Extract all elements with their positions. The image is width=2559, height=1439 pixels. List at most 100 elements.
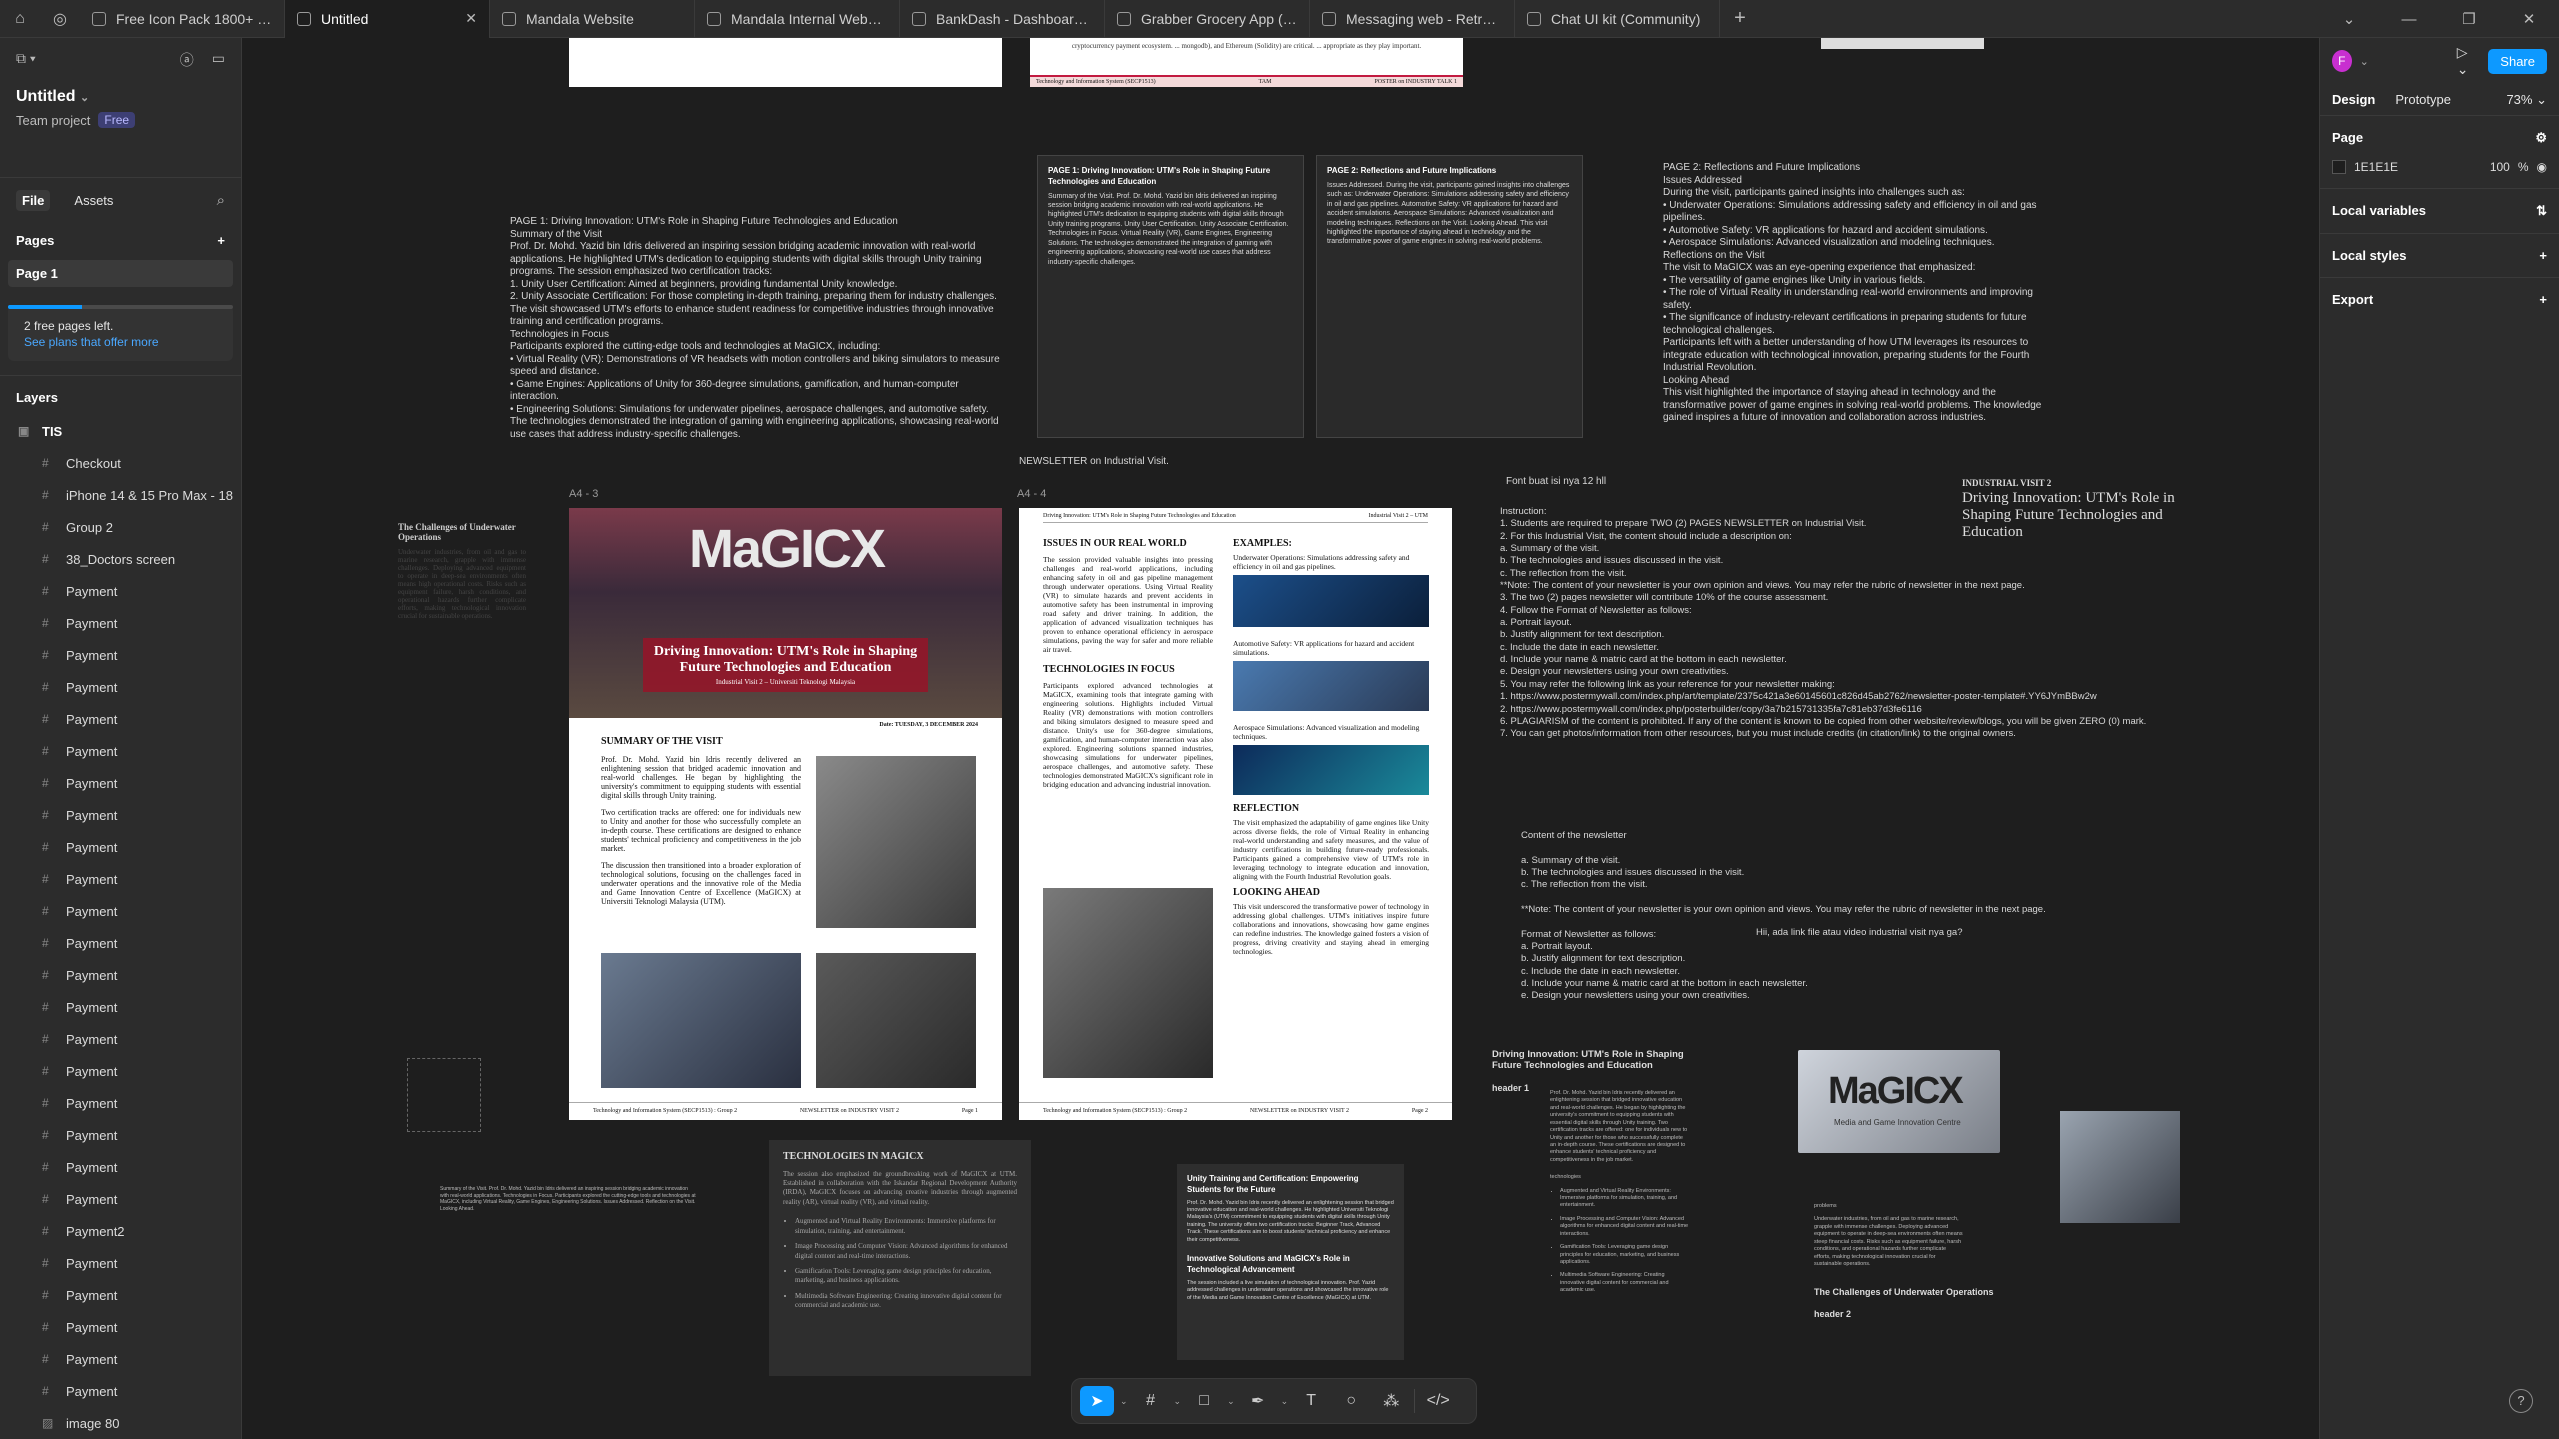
layer-item[interactable]: # Payment xyxy=(0,1183,241,1215)
panel-toggle-icon[interactable]: ▭ xyxy=(212,50,225,70)
chevron-down-icon[interactable]: ⌄ xyxy=(1174,1396,1182,1407)
newsletter-page-1[interactable]: MaGICX Driving Innovation: UTM's Role in… xyxy=(569,508,1002,1120)
magicx-sign-image[interactable]: MaGICX Media and Game Innovation Centre xyxy=(1798,1050,2000,1153)
see-plans-link[interactable]: See plans that offer more xyxy=(24,335,217,349)
present-play-icon[interactable]: ▷ ⌄ xyxy=(2457,44,2481,78)
layer-item[interactable]: # Group 2 xyxy=(0,511,241,543)
tab-design[interactable]: Design xyxy=(2332,92,2375,107)
move-tool-icon[interactable]: ➤ xyxy=(1080,1386,1114,1416)
layer-item[interactable]: # Payment xyxy=(0,607,241,639)
layer-item[interactable]: # Payment xyxy=(0,735,241,767)
technologies-in-magicx-panel[interactable]: TECHNOLOGIES IN MAGICX The session also … xyxy=(769,1140,1031,1376)
draft-challenges[interactable]: The Challenges of Underwater Operations … xyxy=(1814,1287,1994,1319)
community-globe-icon[interactable]: ◎ xyxy=(40,0,80,38)
dark-doc-page-2[interactable]: PAGE 2: Reflections and Future Implicati… xyxy=(1316,155,1583,438)
tab-grabber-grocery[interactable]: Grabber Grocery App (Community) xyxy=(1105,0,1310,38)
home-icon[interactable]: ⌂ xyxy=(0,0,40,38)
color-swatch[interactable] xyxy=(2332,160,2346,174)
layer-item[interactable]: # Payment2 xyxy=(0,1215,241,1247)
instructions-text[interactable]: Instruction: 1. Students are required to… xyxy=(1500,506,2200,741)
export-label[interactable]: Export xyxy=(2332,292,2373,307)
layer-item[interactable]: # Payment xyxy=(0,959,241,991)
top-frame-3[interactable] xyxy=(1821,38,1984,49)
layer-item[interactable]: # Payment xyxy=(0,831,241,863)
newsletter-page-2[interactable]: Driving Innovation: UTM's Role in Shapin… xyxy=(1019,508,1452,1120)
empty-placeholder[interactable] xyxy=(407,1058,481,1132)
page-opacity[interactable]: 100 xyxy=(2490,160,2510,174)
comment-tool-icon[interactable]: ○ xyxy=(1334,1386,1368,1416)
layer-item[interactable]: # Payment xyxy=(0,895,241,927)
layer-item[interactable]: # Payment xyxy=(0,639,241,671)
eye-icon[interactable]: ◉ xyxy=(2537,160,2547,174)
layer-item[interactable]: # Payment xyxy=(0,1375,241,1407)
tab-file[interactable]: File xyxy=(16,190,51,211)
local-variables-label[interactable]: Local variables xyxy=(2332,203,2426,219)
content-note[interactable]: Content of the newsletter a. Summary of … xyxy=(1521,830,2121,1003)
layer-item[interactable]: # Payment xyxy=(0,1055,241,1087)
tab-free-icon-pack[interactable]: Free Icon Pack 1800+ icons (Commu xyxy=(80,0,285,38)
lab-visit-photo[interactable] xyxy=(2060,1111,2180,1223)
layer-section[interactable]: ▣ TIS xyxy=(0,415,241,447)
page-color-hex[interactable]: 1E1E1E xyxy=(2354,160,2398,174)
design-canvas[interactable]: cryptocurrency payment ecosystem. ... mo… xyxy=(330,38,2319,1439)
avatar[interactable]: F xyxy=(2332,50,2352,72)
frame-tool-icon[interactable]: # xyxy=(1134,1386,1168,1416)
layer-item[interactable]: # Payment xyxy=(0,767,241,799)
layer-item[interactable]: # Payment xyxy=(0,1087,241,1119)
top-paper-1[interactable] xyxy=(569,38,1002,87)
underwater-note[interactable]: The Challenges of Underwater Operations … xyxy=(398,522,526,620)
variables-settings-icon[interactable]: ⇅ xyxy=(2536,203,2547,219)
help-button[interactable]: ? xyxy=(2509,1389,2533,1413)
minimize-icon[interactable]: — xyxy=(2379,0,2439,38)
newsletter-label[interactable]: NEWSLETTER on Industrial Visit. xyxy=(1019,456,1169,469)
layer-item[interactable]: # Payment xyxy=(0,1023,241,1055)
team-name[interactable]: Team project xyxy=(16,113,90,128)
add-export-icon[interactable]: + xyxy=(2539,292,2547,307)
question-note[interactable]: Hii, ada link file atau video industrial… xyxy=(1756,927,1962,939)
layer-item[interactable]: # Payment xyxy=(0,1247,241,1279)
draft-body[interactable]: Prof. Dr. Mohd. Yazid bin Idris recently… xyxy=(1550,1090,1690,1301)
actions-tool-icon[interactable]: ⁂ xyxy=(1374,1386,1408,1416)
layer-item[interactable]: # Payment xyxy=(0,1343,241,1375)
layer-item[interactable]: #38_Doctors screen xyxy=(0,543,241,575)
layer-item[interactable]: # Payment xyxy=(0,799,241,831)
ai-icon[interactable]: ⓐ xyxy=(180,50,194,70)
main-menu-icon[interactable]: ⧉ ▾ xyxy=(16,50,36,70)
rectangle-tool-icon[interactable]: □ xyxy=(1187,1386,1221,1416)
industrial-visit-heading[interactable]: INDUSTRIAL VISIT 2 Driving Innovation: U… xyxy=(1962,478,2197,541)
tab-bankdash[interactable]: BankDash - Dashboard UI Kit - Admin xyxy=(900,0,1105,38)
top-poster[interactable]: cryptocurrency payment ecosystem. ... mo… xyxy=(1030,38,1463,87)
new-tab-button[interactable]: + xyxy=(1720,7,1760,30)
layer-item[interactable]: # Payment xyxy=(0,991,241,1023)
tab-chat-ui-kit[interactable]: Chat UI kit (Community) xyxy=(1515,0,1720,38)
close-window-icon[interactable]: ✕ xyxy=(2499,0,2559,38)
layer-item[interactable]: # Payment xyxy=(0,1279,241,1311)
draft-problems[interactable]: problems Underwater industries, from oil… xyxy=(1814,1203,1964,1268)
dark-doc-page-1[interactable]: PAGE 1: Driving Innovation: UTM's Role i… xyxy=(1037,155,1304,438)
add-style-icon[interactable]: + xyxy=(2539,248,2547,263)
layer-item[interactable]: # Payment xyxy=(0,703,241,735)
tab-prototype[interactable]: Prototype xyxy=(2395,92,2451,107)
chevron-down-icon[interactable]: ⌄ xyxy=(1227,1396,1235,1407)
chevron-down-icon[interactable]: ⌄ xyxy=(2360,55,2369,68)
layer-item[interactable]: # Payment xyxy=(0,863,241,895)
page-2-text[interactable]: PAGE 2: Reflections and Future Implicati… xyxy=(1663,162,2063,425)
layer-item[interactable]: # Payment xyxy=(0,1151,241,1183)
dev-mode-icon[interactable]: </> xyxy=(1421,1386,1455,1416)
tab-messaging-web[interactable]: Messaging web - Retro Design Style xyxy=(1310,0,1515,38)
close-icon[interactable]: ✕ xyxy=(465,10,477,27)
layer-item[interactable]: # iPhone 14 & 15 Pro Max - 18 xyxy=(0,479,241,511)
layer-item[interactable]: # Payment xyxy=(0,1311,241,1343)
chevron-down-icon[interactable]: ⌄ xyxy=(2319,0,2379,38)
draft-title[interactable]: Driving Innovation: UTM's Role in Shapin… xyxy=(1492,1049,1692,1093)
text-tool-icon[interactable]: T xyxy=(1294,1386,1328,1416)
layer-item[interactable]: ▨ image 80 xyxy=(0,1407,241,1439)
add-page-icon[interactable]: + xyxy=(217,233,225,248)
chevron-down-icon[interactable]: ⌄ xyxy=(1281,1396,1289,1407)
page-1-text[interactable]: PAGE 1: Driving Innovation: UTM's Role i… xyxy=(510,216,1030,441)
frame-label-a4-3[interactable]: A4 - 3 xyxy=(569,488,598,500)
file-name[interactable]: Untitled ⌄ xyxy=(16,88,225,106)
unity-training-panel[interactable]: Unity Training and Certification: Empowe… xyxy=(1177,1164,1404,1360)
layer-item[interactable]: # Payment xyxy=(0,671,241,703)
font-note[interactable]: Font buat isi nya 12 hll xyxy=(1506,476,1606,489)
